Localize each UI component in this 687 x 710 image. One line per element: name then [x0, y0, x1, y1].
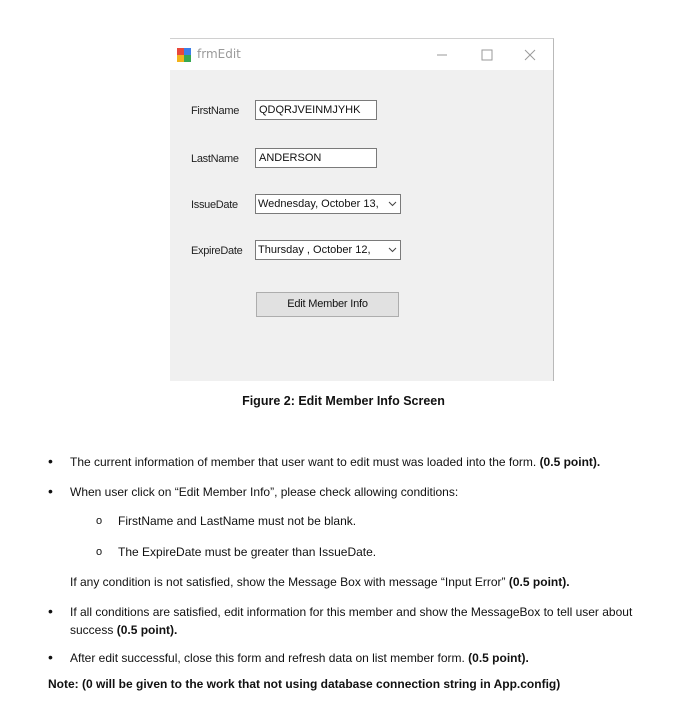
last-name-input[interactable]: ANDERSON — [255, 148, 377, 168]
bullet: • — [48, 649, 53, 665]
bullet: • — [48, 603, 53, 619]
condition-expire-after-issue: The ExpireDate must be greater than Issu… — [118, 545, 377, 559]
first-name-label: FirstName — [191, 105, 240, 117]
app-icon — [177, 48, 191, 62]
note: Note: (0 will be given to the work that … — [48, 677, 561, 691]
sub-bullet: o — [96, 515, 103, 527]
window-title: frmEdit — [197, 47, 241, 61]
expire-date-picker[interactable]: Thursday , October 12, — [255, 240, 401, 260]
requirement-load-info: The current information of member that u… — [70, 455, 601, 469]
title-bar: frmEdit — [170, 39, 553, 70]
close-icon[interactable] — [520, 45, 540, 65]
frmedit-window: frmEdit FirstName QDQRJVEINMJYHK LastNam… — [170, 38, 554, 381]
last-name-label: LastName — [191, 153, 239, 165]
chevron-down-icon[interactable] — [388, 201, 397, 207]
expire-date-value: Thursday , October 12, — [258, 244, 371, 256]
issue-date-label: IssueDate — [191, 199, 238, 211]
issue-date-value: Wednesday, October 13, — [258, 198, 379, 210]
minimize-icon[interactable] — [432, 45, 452, 65]
bullet: • — [48, 483, 53, 499]
chevron-down-icon[interactable] — [388, 247, 397, 253]
issue-date-picker[interactable]: Wednesday, October 13, — [255, 194, 401, 214]
requirement-success-message: If all conditions are satisfied, edit in… — [70, 605, 633, 637]
requirement-check-conditions: When user click on “Edit Member Info”, p… — [70, 485, 459, 499]
figure-caption: Figure 2: Edit Member Info Screen — [242, 394, 445, 408]
bullet: • — [48, 453, 53, 469]
requirement-close-refresh: After edit successful, close this form a… — [70, 651, 529, 665]
condition-not-blank: FirstName and LastName must not be blank… — [118, 514, 357, 528]
expire-date-label: ExpireDate — [191, 245, 243, 257]
edit-member-info-button[interactable]: Edit Member Info — [256, 292, 399, 317]
sub-bullet: o — [96, 546, 103, 558]
maximize-icon[interactable] — [477, 45, 497, 65]
requirement-input-error: If any condition is not satisfied, show … — [70, 575, 570, 589]
first-name-input[interactable]: QDQRJVEINMJYHK — [255, 100, 377, 120]
